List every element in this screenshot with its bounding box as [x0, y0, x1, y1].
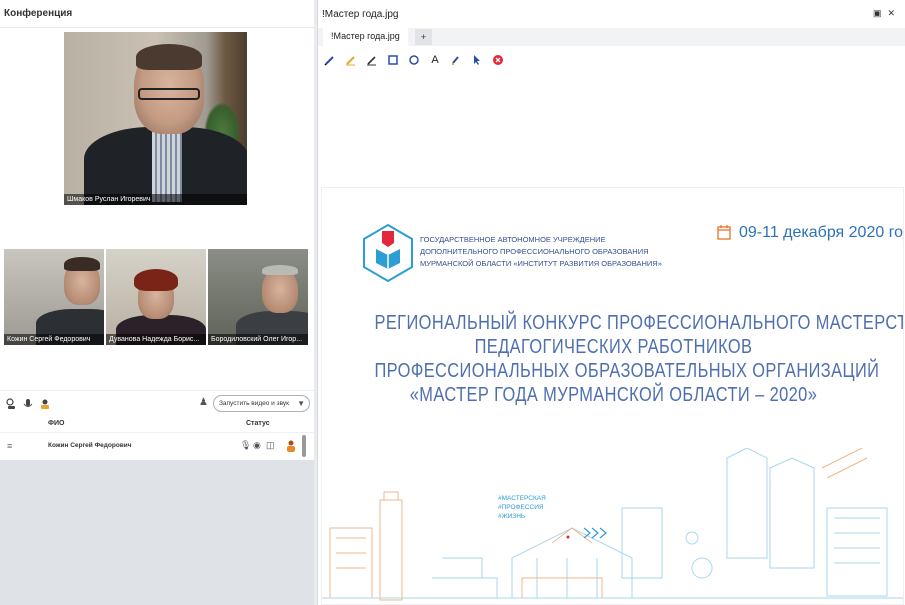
pen-icon[interactable] [322, 52, 338, 68]
pencil-icon[interactable] [364, 52, 380, 68]
document-title: !Мастер года.jpg [322, 8, 399, 20]
video-person-head [262, 269, 298, 313]
participants-audio-icon[interactable] [4, 397, 18, 411]
conference-toolbar: ♟ Запустить видео и звук ▼ [0, 390, 314, 416]
event-date: 09-11 декабря 2020 года [739, 224, 904, 241]
participant-video-tile[interactable]: Дуванова Надежда Борис... [106, 249, 206, 345]
add-tab-button[interactable]: + [415, 29, 432, 45]
document-canvas[interactable]: ГОСУДАРСТВЕННОЕ АВТОНОМНОЕ УЧРЕЖДЕНИЕ ДО… [318, 72, 905, 605]
chevron-down-icon: ▼ [297, 399, 305, 408]
participant-video-tile[interactable]: Кожин Сергей Федорович [4, 249, 104, 345]
slide-title-line: ПРОФЕССИОНАЛЬНЫХ ОБРАЗОВАТЕЛЬНЫХ ОРГАНИЗ… [374, 360, 880, 382]
main-video-name: Шмаков Руслан Игоревич [64, 194, 247, 205]
slogan-hashtags: #МАСТЕРСКАЯ #ПРОФЕССИЯ #ЖИЗНЬ [498, 494, 546, 521]
window-controls: ▣✕ [873, 8, 901, 19]
participant-video-name: Кожин Сергей Федорович [4, 334, 104, 345]
institute-name: ГОСУДАРСТВЕННОЕ АВТОНОМНОЕ УЧРЕЖДЕНИЕ ДО… [420, 234, 680, 270]
main-video-tile[interactable]: Шмаков Руслан Игоревич [64, 32, 247, 205]
eraser-icon[interactable] [448, 52, 464, 68]
video-person-hair [64, 257, 100, 271]
camera-status-icon[interactable]: ◉ [253, 440, 261, 451]
participant-video-name: Дуванова Надежда Борис... [106, 334, 206, 345]
document-viewer: !Мастер года.jpg ▣✕ !Мастер года.jpg + A [317, 0, 905, 605]
slogan-line: #ЖИЗНЬ [498, 513, 526, 520]
text-tool-icon[interactable]: A [427, 52, 443, 68]
media-start-select[interactable]: Запустить видео и звук ▼ [213, 395, 310, 412]
list-item[interactable]: ≡ Кожин Сергей Федорович 🎙 ◉ ◫ [0, 432, 314, 458]
column-fio: ФИО [48, 420, 65, 427]
slogan-line: #МАСТЕРСКАЯ [498, 495, 546, 502]
pointer-icon[interactable] [469, 52, 485, 68]
org-line: ДОПОЛНИТЕЛЬНОГО ПРОФЕССИОНАЛЬНОГО ОБРАЗО… [420, 247, 649, 256]
drawing-toolbar: A [322, 52, 511, 68]
participants-list-header: ФИО Статус [0, 416, 314, 432]
slide-title-line: «МАСТЕР ГОДА МУРМАНСКОЙ ОБЛАСТИ – 2020» [409, 384, 818, 406]
conference-panel: Конференция Шмаков Руслан Игоревич Кожин… [0, 0, 314, 605]
list-scrollbar[interactable] [302, 435, 306, 457]
maximize-icon[interactable]: ▣ [873, 8, 888, 18]
video-person-shirt [152, 132, 182, 202]
video-person-glasses [138, 88, 200, 100]
rectangle-icon[interactable] [385, 52, 401, 68]
slogan-line: #ПРОФЕССИЯ [498, 504, 544, 511]
close-icon[interactable]: ✕ [887, 8, 901, 18]
mic-status-icon[interactable]: 🎙 [240, 440, 251, 451]
org-line: МУРМАНСКОЙ ОБЛАСТИ «ИНСТИТУТ РАЗВИТИЯ ОБ… [420, 259, 662, 268]
hand-raise-icon[interactable] [38, 397, 52, 411]
app-window: Конференция Шмаков Руслан Игоревич Кожин… [0, 0, 905, 605]
participant-fio: Кожин Сергей Федорович [48, 442, 132, 449]
microphone-icon[interactable] [21, 397, 35, 411]
slide-image: ГОСУДАРСТВЕННОЕ АВТОНОМНОЕ УЧРЕЖДЕНИЕ ДО… [321, 187, 904, 605]
calendar-icon [717, 225, 731, 240]
participant-video-tile[interactable]: Бородиловский Олег Игор... [208, 249, 308, 345]
column-status: Статус [246, 420, 270, 427]
org-line: ГОСУДАРСТВЕННОЕ АВТОНОМНОЕ УЧРЕЖДЕНИЕ [420, 235, 606, 244]
video-person-hair [136, 44, 202, 70]
slide-title-line: ПЕДАГОГИЧЕСКИХ РАБОТНИКОВ [474, 336, 753, 358]
video-person-hair [262, 265, 298, 275]
user-role-icon [286, 440, 296, 454]
tab-master-goda[interactable]: !Мастер года.jpg [323, 28, 408, 46]
ellipse-icon[interactable] [406, 52, 422, 68]
marker-icon[interactable] [343, 52, 359, 68]
chat-status-icon[interactable]: ◫ [266, 440, 275, 451]
city-illustration [322, 448, 903, 601]
document-tabs: !Мастер года.jpg + [318, 28, 905, 46]
media-start-label: Запустить видео и звук [219, 400, 289, 407]
institute-logo [363, 223, 413, 283]
conference-panel-title: Конференция [0, 0, 314, 28]
video-person-hair [134, 269, 178, 291]
drag-handle-icon[interactable]: ≡ [7, 441, 12, 451]
slide-title-line: РЕГИОНАЛЬНЫЙ КОНКУРС ПРОФЕССИОНАЛЬНОГО М… [374, 312, 904, 334]
participant-video-name: Бородиловский Олег Игор... [208, 334, 308, 345]
clear-icon[interactable] [490, 52, 506, 68]
person-icon: ♟ [199, 397, 208, 408]
